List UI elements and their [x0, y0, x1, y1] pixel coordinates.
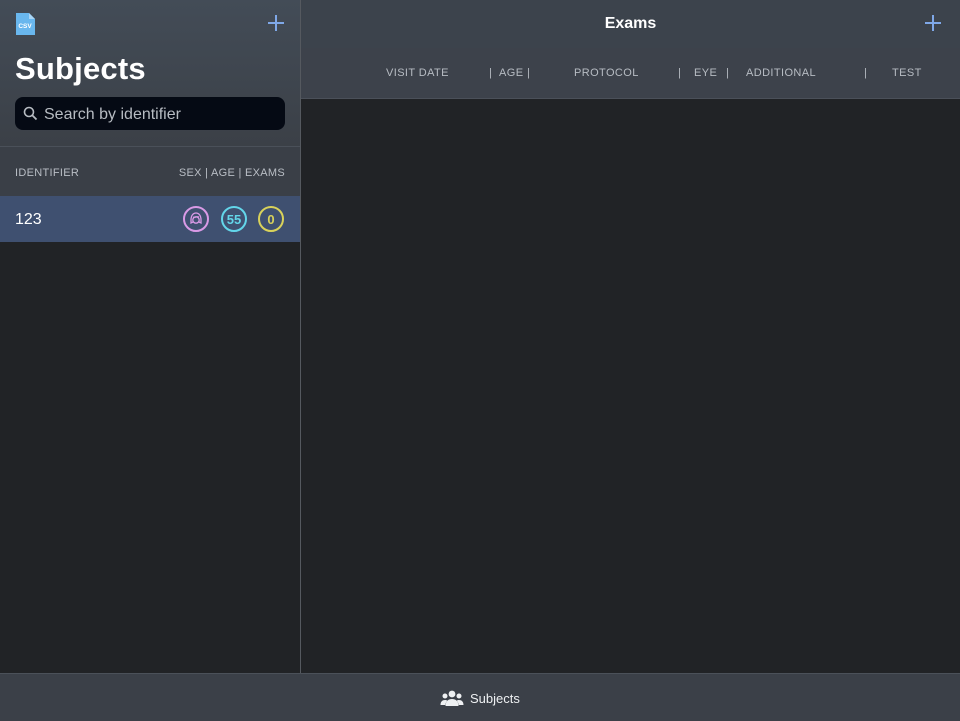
search-icon	[23, 106, 38, 121]
column-separator: |	[864, 67, 868, 79]
svg-text:CSV: CSV	[18, 23, 32, 30]
protocol-column-label: PROTOCOL	[574, 67, 639, 79]
tab-bar: Subjects	[0, 673, 960, 721]
people-icon	[440, 690, 464, 706]
age-column-label: AGE	[499, 67, 524, 79]
search-input[interactable]	[42, 97, 281, 132]
exams-column-header: VISIT DATE | AGE | PROTOCOL | EYE | ADDI…	[301, 48, 960, 99]
sex-age-exams-column-label: SEX | AGE | EXAMS	[178, 167, 285, 179]
subjects-column-header: IDENTIFIER SEX | AGE | EXAMS	[0, 146, 300, 196]
csv-export-icon[interactable]: CSV	[15, 12, 37, 36]
age-badge: 55	[221, 206, 247, 232]
add-exam-icon[interactable]	[923, 13, 943, 33]
column-separator: |	[678, 67, 682, 79]
tab-subjects[interactable]: Subjects	[440, 686, 520, 710]
identifier-column-label: IDENTIFIER	[15, 167, 80, 179]
page-title: Subjects	[15, 51, 146, 86]
visit-date-column-label: VISIT DATE	[386, 67, 449, 79]
search-box[interactable]	[15, 97, 285, 132]
subjects-sidebar: CSV Subjects IDENTIFIER SEX | AGE | EXAM…	[0, 0, 300, 673]
sidebar-header: CSV Subjects	[0, 0, 300, 146]
subject-identifier: 123	[15, 211, 42, 228]
column-separator: |	[489, 67, 493, 79]
column-separator: |	[726, 67, 730, 79]
add-subject-icon[interactable]	[266, 13, 286, 33]
exams-count-badge: 0	[258, 206, 284, 232]
additional-column-label: ADDITIONAL	[746, 67, 817, 79]
eye-column-label: EYE	[694, 67, 718, 79]
female-face-icon	[190, 212, 202, 225]
exams-title: Exams	[604, 15, 657, 32]
tab-subjects-label: Subjects	[470, 690, 520, 706]
sex-badge	[183, 206, 209, 232]
exams-header: Exams	[301, 0, 960, 48]
test-column-label: TEST	[892, 67, 922, 79]
exams-list-area	[301, 99, 960, 673]
column-separator: |	[527, 67, 531, 79]
subject-row[interactable]: 123 55 0	[0, 196, 300, 242]
